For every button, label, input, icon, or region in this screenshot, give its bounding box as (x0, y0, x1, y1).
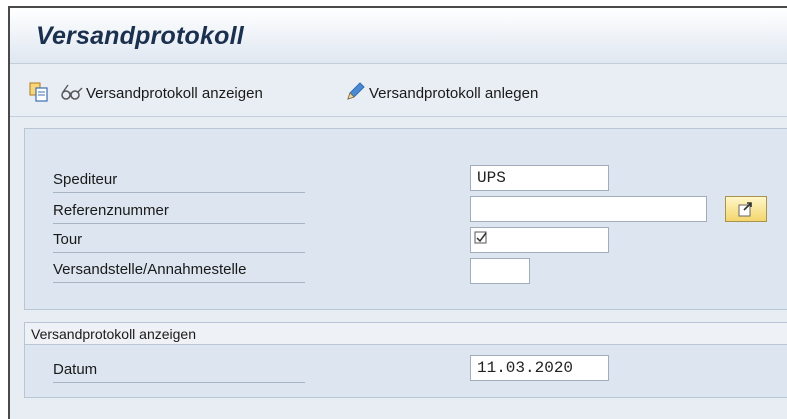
spediteur-field[interactable]: UPS (470, 165, 609, 191)
referenznummer-label: Referenznummer (53, 200, 305, 224)
create-protocol-button[interactable]: Versandprotokoll anlegen (344, 81, 539, 106)
selection-panel: Spediteur UPS Referenznummer Tour Versan… (24, 128, 787, 310)
datum-field[interactable]: 11.03.2020 (470, 355, 609, 381)
frame-header: Versandprotokoll anzeigen (25, 323, 787, 345)
application-toolbar: Versandprotokoll anzeigen Versandprotoko… (10, 65, 787, 117)
versandstelle-field[interactable] (470, 258, 530, 284)
tour-label: Tour (53, 229, 305, 253)
frame-title: Versandprotokoll anzeigen (31, 326, 197, 342)
glasses-icon (60, 82, 84, 105)
checkbox-icon (474, 231, 488, 250)
referenznummer-field[interactable] (470, 196, 707, 222)
pencil-icon (344, 81, 366, 106)
display-frame: Versandprotokoll anzeigen Datum 11.03.20… (24, 322, 787, 398)
other-object-button[interactable] (28, 82, 50, 104)
display-protocol-button[interactable]: Versandprotokoll anzeigen (60, 82, 263, 104)
datum-label: Datum (53, 359, 305, 383)
spediteur-label: Spediteur (53, 169, 305, 193)
tour-field[interactable] (470, 227, 609, 253)
value-help-button[interactable] (725, 196, 767, 222)
create-protocol-label: Versandprotokoll anlegen (369, 84, 539, 102)
copy-icon (28, 81, 50, 106)
sap-window: Versandprotokoll Versandprotokoll anzeig… (8, 6, 787, 419)
page-title: Versandprotokoll (36, 22, 244, 50)
versandstelle-label: Versandstelle/Annahmestelle (53, 259, 305, 283)
value-help-icon (738, 200, 756, 221)
title-bar: Versandprotokoll (10, 8, 787, 64)
display-protocol-label: Versandprotokoll anzeigen (86, 84, 263, 102)
